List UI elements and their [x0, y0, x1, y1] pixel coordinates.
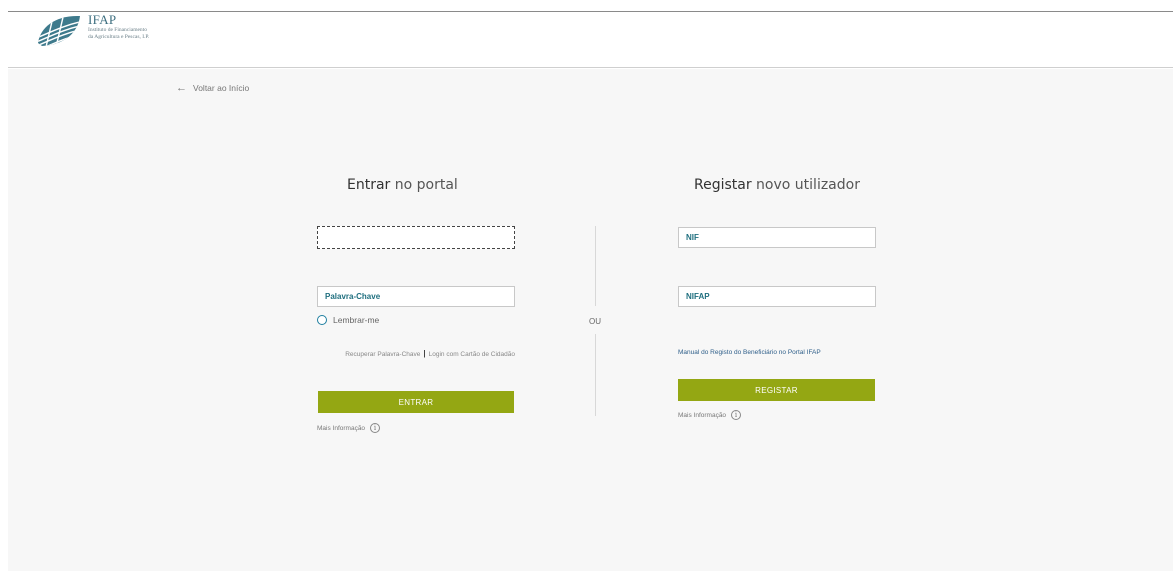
- login-title: Entrar no portal: [347, 177, 458, 193]
- recover-password-link[interactable]: Recuperar Palavra-Chave: [345, 351, 420, 358]
- or-label: OU: [589, 317, 601, 326]
- divider-line-top: [595, 226, 596, 306]
- nif-input[interactable]: NIF: [678, 227, 876, 248]
- login-title-bold: Entrar: [347, 177, 391, 193]
- back-label: Voltar ao Início: [193, 83, 250, 93]
- main-content: ← Voltar ao Início Entrar no portal Pala…: [8, 69, 1173, 571]
- login-more-info-label: Mais Informação: [317, 424, 366, 432]
- ifap-logo[interactable]: IFAP Instituto de Financiamento da Agric…: [34, 13, 149, 47]
- logo-subtitle-line2: da Agricultura e Pescas, I.P.: [88, 33, 150, 40]
- login-help-links: Recuperar Palavra-Chave | Login com Cartão…: [338, 347, 515, 361]
- register-more-info[interactable]: Mais Informação i: [678, 410, 742, 420]
- arrow-left-icon: ←: [176, 82, 187, 94]
- nifap-input[interactable]: NIFAP: [678, 286, 876, 307]
- password-input[interactable]: Palavra-Chave: [317, 286, 515, 307]
- remember-me-radio[interactable]: [317, 315, 327, 325]
- back-to-home-link[interactable]: ← Voltar ao Início: [176, 82, 250, 94]
- login-button[interactable]: ENTRAR: [318, 391, 514, 413]
- register-title-bold: Registar: [694, 177, 752, 193]
- registration-manual-link[interactable]: Manual do Registo do Beneficiário no Por…: [678, 349, 821, 356]
- divider-line-bottom: [595, 334, 596, 416]
- ifap-logo-icon: [38, 15, 80, 46]
- site-header: IFAP Instituto de Financiamento da Agric…: [8, 12, 1173, 68]
- info-icon[interactable]: i: [370, 423, 381, 433]
- remember-me-option[interactable]: Lembrar-me: [317, 315, 379, 325]
- register-button[interactable]: REGISTAR: [678, 379, 875, 401]
- register-title: Registar novo utilizador: [694, 177, 860, 193]
- remember-me-label: Lembrar-me: [333, 315, 380, 325]
- info-icon[interactable]: i: [731, 410, 742, 420]
- register-title-rest: novo utilizador: [751, 177, 860, 193]
- username-input[interactable]: [317, 226, 515, 249]
- citizen-card-login-link[interactable]: Login com Cartão de Cidadão: [429, 351, 515, 358]
- links-separator: |: [423, 349, 426, 358]
- register-more-info-label: Mais Informação: [678, 411, 727, 419]
- login-title-rest: no portal: [390, 177, 458, 193]
- logo-name: IFAP: [88, 12, 117, 27]
- login-more-info[interactable]: Mais Informação i: [317, 423, 381, 433]
